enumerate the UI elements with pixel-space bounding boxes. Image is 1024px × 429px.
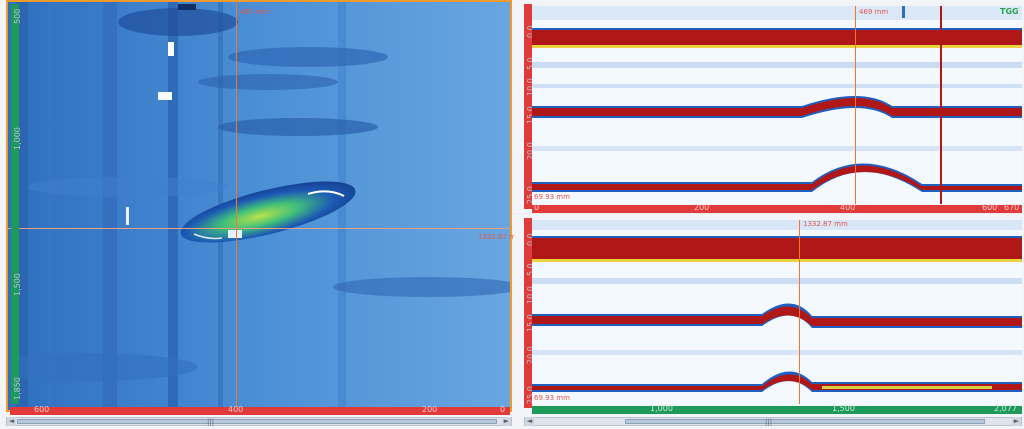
- bscan-top-cursor-label: 469 mm: [859, 8, 889, 16]
- scroll-left-icon[interactable]: ◄: [525, 417, 534, 426]
- bscan-bottom-htick-1: 1,000: [650, 404, 673, 413]
- cscan-horizontal-scrollbar[interactable]: ◄ ||| ►: [6, 417, 512, 426]
- cscan-htick-3: 200: [422, 405, 438, 414]
- cscan-panel: 465 mm 1332.87 mm 500 1,000 1,500 1,850 …: [0, 0, 523, 429]
- cscan-cursor-horizontal[interactable]: [8, 228, 510, 229]
- cscan-htick-2: 400: [228, 405, 244, 414]
- bscan-top-bottom-value: 69.93 mm: [534, 193, 570, 201]
- bscan-top-cursor[interactable]: [855, 6, 856, 204]
- bscan-bottom-scroll-grip: |||: [765, 418, 773, 426]
- bscan-bottom-horizontal-axis[interactable]: [532, 406, 1022, 414]
- cscan-htick-4: 0: [500, 405, 506, 414]
- cscan-htick-1: 600: [34, 405, 50, 414]
- cscan-scroll-thumb[interactable]: [17, 419, 497, 424]
- bscan-top-htick-2: 200: [694, 203, 710, 212]
- cscan-image: [8, 2, 510, 410]
- scroll-left-icon[interactable]: ◄: [7, 417, 16, 426]
- bscan-top-panel: 0.0 5.0 10.0 15.0 20.0 25.0 469 mm TGG 6…: [514, 0, 1024, 213]
- cscan-view[interactable]: 465 mm 1332.87 mm: [6, 0, 523, 412]
- cscan-cursor-index-label: 465 mm: [240, 8, 270, 16]
- bscan-bottom-image[interactable]: [532, 220, 1022, 404]
- scroll-right-icon[interactable]: ►: [502, 417, 511, 426]
- bscan-bottom-htick-3: 2,077: [994, 404, 1017, 413]
- bscan-top-image[interactable]: [532, 6, 1022, 204]
- cscan-vertical-axis[interactable]: [11, 4, 19, 404]
- bscan-bottom-horizontal-scrollbar[interactable]: ◄ ||| ►: [524, 417, 1022, 426]
- cscan-vtick-2: 1,000: [13, 127, 22, 150]
- bscan-bottom-cursor[interactable]: [799, 220, 800, 404]
- bscan-bottom-scroll-thumb[interactable]: [625, 419, 985, 424]
- bscan-top-htick-3: 400: [840, 203, 856, 212]
- cscan-cursor-vertical[interactable]: [236, 2, 237, 408]
- bscan-top-horizontal-axis[interactable]: [532, 205, 1022, 213]
- bscan-bottom-bottom-value: 69.93 mm: [534, 394, 570, 402]
- bscan-top-htick-4: 600: [982, 203, 998, 212]
- cscan-vtick-1: 500: [13, 8, 22, 24]
- bscan-bottom-panel: 0.0 5.0 10.0 15.0 20.0 25.0 1332.87 mm 6…: [514, 214, 1024, 429]
- bscan-bottom-depth-axis[interactable]: [524, 218, 532, 408]
- bscan-bottom-htick-2: 1,500: [832, 404, 855, 413]
- gate-tgg-label: TGG: [1000, 7, 1019, 16]
- scroll-right-icon[interactable]: ►: [1012, 417, 1021, 426]
- bscan-top-htick-5: 670: [1004, 203, 1020, 212]
- bscan-top-htick-1: 0: [534, 203, 540, 212]
- cscan-vtick-3: 1,500: [13, 273, 22, 296]
- cscan-scroll-grip: |||: [207, 418, 215, 426]
- cscan-vtick-4: 1,850: [13, 377, 22, 400]
- bscan-bottom-cursor-label: 1332.87 mm: [803, 220, 848, 228]
